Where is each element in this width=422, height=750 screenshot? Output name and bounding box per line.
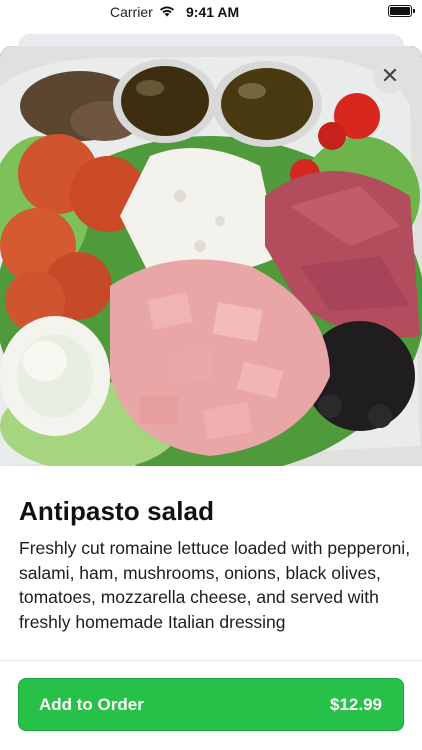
item-detail-screen: Carrier 9:41 AM ✕ Antipasto salad Freshl…	[0, 0, 422, 750]
status-bar: Carrier 9:41 AM	[0, 0, 422, 26]
add-to-order-label: Add to Order	[39, 694, 144, 714]
wifi-icon	[159, 4, 175, 20]
item-photo	[0, 46, 422, 466]
divider	[0, 660, 422, 661]
item-description: Freshly cut romaine lettuce loaded with …	[19, 538, 411, 632]
status-carrier-group: Carrier	[110, 4, 175, 20]
battery-icon	[388, 5, 415, 17]
status-time: 9:41 AM	[186, 4, 240, 20]
close-icon: ✕	[380, 63, 400, 88]
add-to-order-button[interactable]: Add to Order $12.99	[18, 678, 404, 731]
item-title: Antipasto salad	[19, 496, 215, 526]
close-button[interactable]: ✕	[373, 59, 407, 93]
item-price: $12.99	[330, 694, 382, 714]
carrier-label: Carrier	[110, 4, 153, 20]
